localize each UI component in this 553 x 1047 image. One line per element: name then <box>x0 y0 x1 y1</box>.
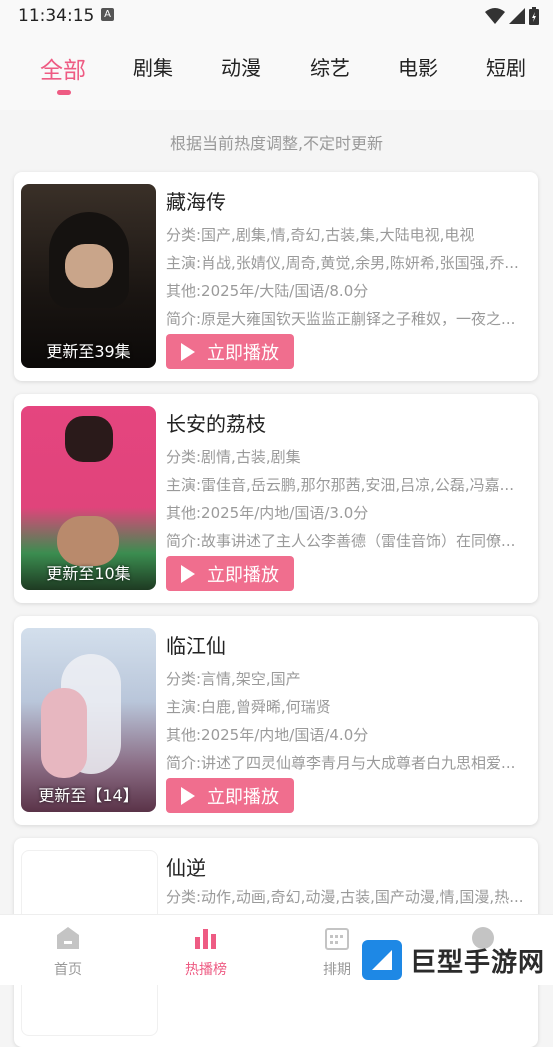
poster-image[interactable]: 更新至【14】 <box>21 628 156 812</box>
drama-title[interactable]: 临江仙 <box>166 630 226 659</box>
drama-card[interactable]: 更新至39集 藏海传 分类:国产,剧集,情,奇幻,古装,集,大陆电视,电视 主演… <box>14 172 538 381</box>
calendar-icon <box>325 928 349 950</box>
drama-category: 分类:动作,动画,奇幻,动漫,古装,国产动漫,情,国漫,热... <box>166 888 524 906</box>
wifi-icon <box>485 8 505 24</box>
episode-badge: 更新至39集 <box>46 342 131 361</box>
poster-face <box>65 244 113 288</box>
play-now-button[interactable]: 立即播放 <box>166 778 294 813</box>
nav-hot-ranking[interactable]: 热播榜 <box>166 925 246 979</box>
drama-title[interactable]: 藏海传 <box>166 186 226 215</box>
episode-badge: 更新至【14】 <box>38 786 139 805</box>
play-icon <box>181 786 195 805</box>
ranking-notice: 根据当前热度调整,不定时更新 <box>169 134 384 153</box>
drama-title[interactable]: 仙逆 <box>166 852 206 881</box>
poster-image[interactable]: 更新至39集 <box>21 184 156 368</box>
battery-icon <box>529 7 539 25</box>
drama-other-info: 其他:2025年/内地/国语/4.0分 <box>166 726 369 744</box>
drama-category: 分类:剧情,古装,剧集 <box>166 448 301 466</box>
poster-face <box>57 516 119 566</box>
play-icon <box>181 342 195 361</box>
poster-figure-2 <box>41 688 87 778</box>
active-tab-indicator <box>57 90 71 95</box>
drama-intro: 简介:故事讲述了主人公李善德（雷佳音饰）在同僚... <box>166 532 516 550</box>
drama-card[interactable]: 更新至10集 长安的荔枝 分类:剧情,古装,剧集 主演:雷佳音,岳云鹏,那尔那茜… <box>14 394 538 603</box>
drama-category: 分类:国产,剧集,情,奇幻,古装,集,大陆电视,电视 <box>166 226 475 244</box>
play-now-button[interactable]: 立即播放 <box>166 556 294 591</box>
status-bar: 11:34:15 A <box>0 0 553 32</box>
play-now-label: 立即播放 <box>207 786 279 808</box>
drama-title[interactable]: 长安的荔枝 <box>166 408 266 437</box>
drama-card[interactable]: 更新至【14】 临江仙 分类:言情,架空,国产 主演:白鹿,曾舜晞,何瑞贤 其他… <box>14 616 538 825</box>
nav-home[interactable]: 首页 <box>28 925 108 979</box>
drama-other-info: 其他:2025年/内地/国语/3.0分 <box>166 504 369 522</box>
home-icon <box>57 927 79 949</box>
nav-home-label: 首页 <box>54 962 82 978</box>
site-watermark: 巨型手游网 <box>360 936 550 984</box>
tab-variety[interactable]: 综艺 <box>310 52 350 81</box>
play-icon <box>181 564 195 583</box>
bar-chart-icon <box>195 929 216 949</box>
drama-cast: 主演:雷佳音,岳云鹏,那尔那茜,安沺,吕凉,公磊,冯嘉... <box>166 476 514 494</box>
poster-figure <box>65 416 113 462</box>
status-time: 11:34:15 <box>18 6 95 26</box>
play-now-label: 立即播放 <box>207 564 279 586</box>
watermark-logo-icon <box>362 940 402 980</box>
drama-category: 分类:言情,架空,国产 <box>166 670 301 688</box>
watermark-text: 巨型手游网 <box>410 947 546 978</box>
episode-badge: 更新至10集 <box>46 564 131 583</box>
drama-intro: 简介:原是大雍国钦天监监正蒯铎之子稚奴，一夜之... <box>166 310 516 328</box>
tab-all[interactable]: 全部 <box>40 51 86 85</box>
nav-hot-ranking-label: 热播榜 <box>185 962 227 978</box>
status-icons <box>485 6 539 26</box>
tab-short-drama[interactable]: 短剧 <box>486 52 526 81</box>
tab-anime[interactable]: 动漫 <box>221 52 261 81</box>
drama-cast: 主演:肖战,张婧仪,周奇,黄觉,余男,陈妍希,张国强,乔... <box>166 254 519 272</box>
tab-series[interactable]: 剧集 <box>133 52 173 81</box>
category-tab-bar: 全部 剧集 动漫 综艺 电影 短剧 <box>0 32 553 110</box>
notification-a-icon: A <box>101 8 114 21</box>
signal-icon <box>509 8 525 24</box>
tab-movie[interactable]: 电影 <box>398 52 438 81</box>
play-now-label: 立即播放 <box>207 342 279 364</box>
drama-other-info: 其他:2025年/大陆/国语/8.0分 <box>166 282 369 300</box>
poster-image[interactable]: 更新至10集 <box>21 406 156 590</box>
drama-intro: 简介:讲述了四灵仙尊李青月与大成尊者白九思相爱... <box>166 754 516 772</box>
drama-cast: 主演:白鹿,曾舜晞,何瑞贤 <box>166 698 331 716</box>
play-now-button[interactable]: 立即播放 <box>166 334 294 369</box>
